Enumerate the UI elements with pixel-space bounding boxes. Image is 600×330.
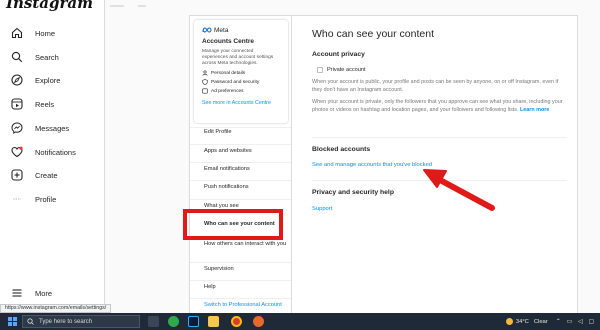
system-tray: 34°C Clear ⌃ ▭ ◁ ▢: [505, 313, 594, 330]
firefox-icon[interactable]: [253, 316, 264, 327]
taskbar-search-placeholder: Type here to search: [39, 318, 93, 325]
photoshop-icon[interactable]: [188, 316, 199, 327]
file-explorer-icon[interactable]: [208, 316, 219, 327]
windows-taskbar: Type here to search 34°C Clear ⌃ ▭ ◁ ▢: [0, 313, 600, 330]
task-view-icon[interactable]: [148, 316, 159, 327]
windows-start-icon[interactable]: [8, 317, 17, 326]
search-icon: [27, 318, 34, 325]
weather-condition: Clear: [533, 318, 548, 325]
network-icon[interactable]: ▭: [567, 319, 572, 325]
tray-chevron-icon[interactable]: ⌃: [556, 319, 561, 325]
status-url: https://www.instagram.com/emails/setting…: [0, 304, 112, 313]
weather-sun-icon: [505, 318, 513, 325]
chrome-icon[interactable]: [231, 316, 242, 327]
taskbar-search-box[interactable]: Type here to search: [22, 315, 140, 328]
whatsapp-icon[interactable]: [168, 316, 179, 327]
annotation-arrow: [423, 169, 495, 211]
temperature: 34°C: [515, 318, 529, 325]
volume-icon[interactable]: ◁: [578, 319, 582, 325]
notification-center-icon[interactable]: ▢: [589, 319, 594, 325]
